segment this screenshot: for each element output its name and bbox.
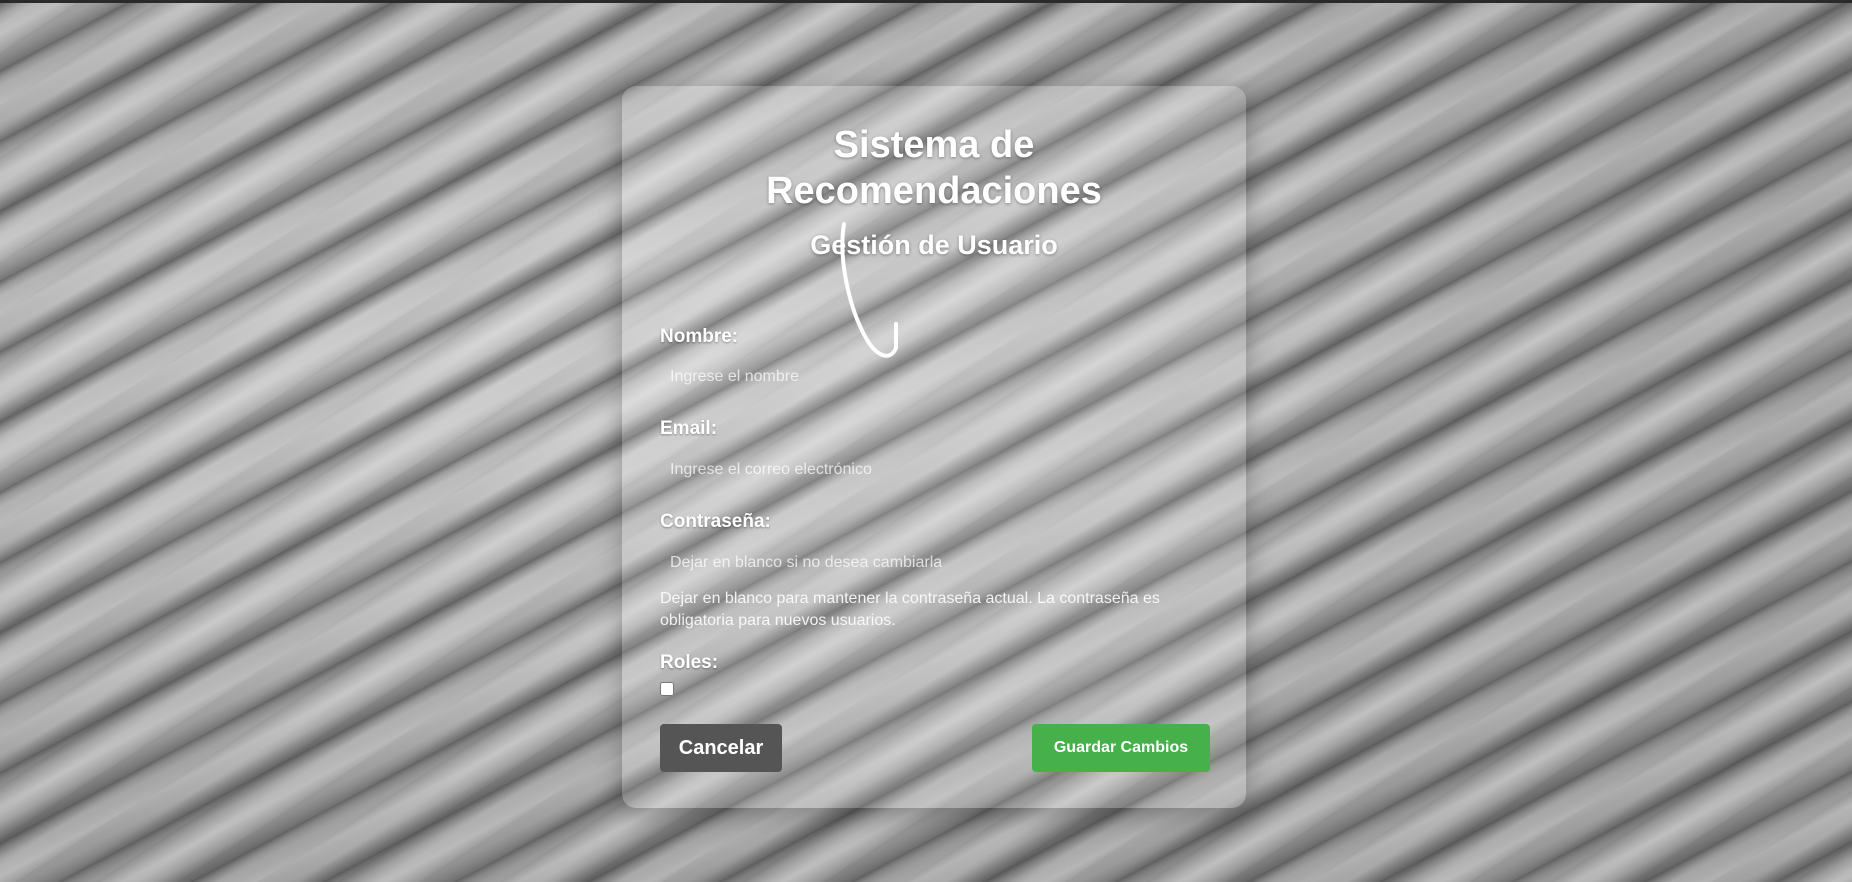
roles-label: Roles: (660, 652, 719, 673)
name-label: Nombre: (660, 326, 739, 347)
role-checkbox[interactable] (660, 682, 674, 696)
page-title-line2: Recomendaciones (766, 170, 1102, 212)
password-input[interactable] (660, 548, 1208, 578)
page-subtitle: Gestión de Usuario (810, 230, 1058, 260)
top-border (0, 0, 1852, 3)
page-title: Sistema de Recomendaciones (622, 122, 1246, 214)
name-input[interactable] (660, 362, 1208, 392)
user-form-card: Sistema de Recomendaciones Gestión de Us… (622, 86, 1246, 808)
email-label: Email: (660, 418, 718, 439)
page-title-line1: Sistema de (833, 124, 1035, 166)
swoosh-icon (840, 222, 898, 358)
email-input[interactable] (660, 455, 1208, 485)
save-button[interactable]: Guardar Cambios (1032, 724, 1210, 772)
password-label: Contraseña: (660, 511, 771, 532)
password-help-text: Dejar en blanco para mantener la contras… (660, 590, 1160, 629)
cancel-button[interactable]: Cancelar (660, 724, 782, 772)
